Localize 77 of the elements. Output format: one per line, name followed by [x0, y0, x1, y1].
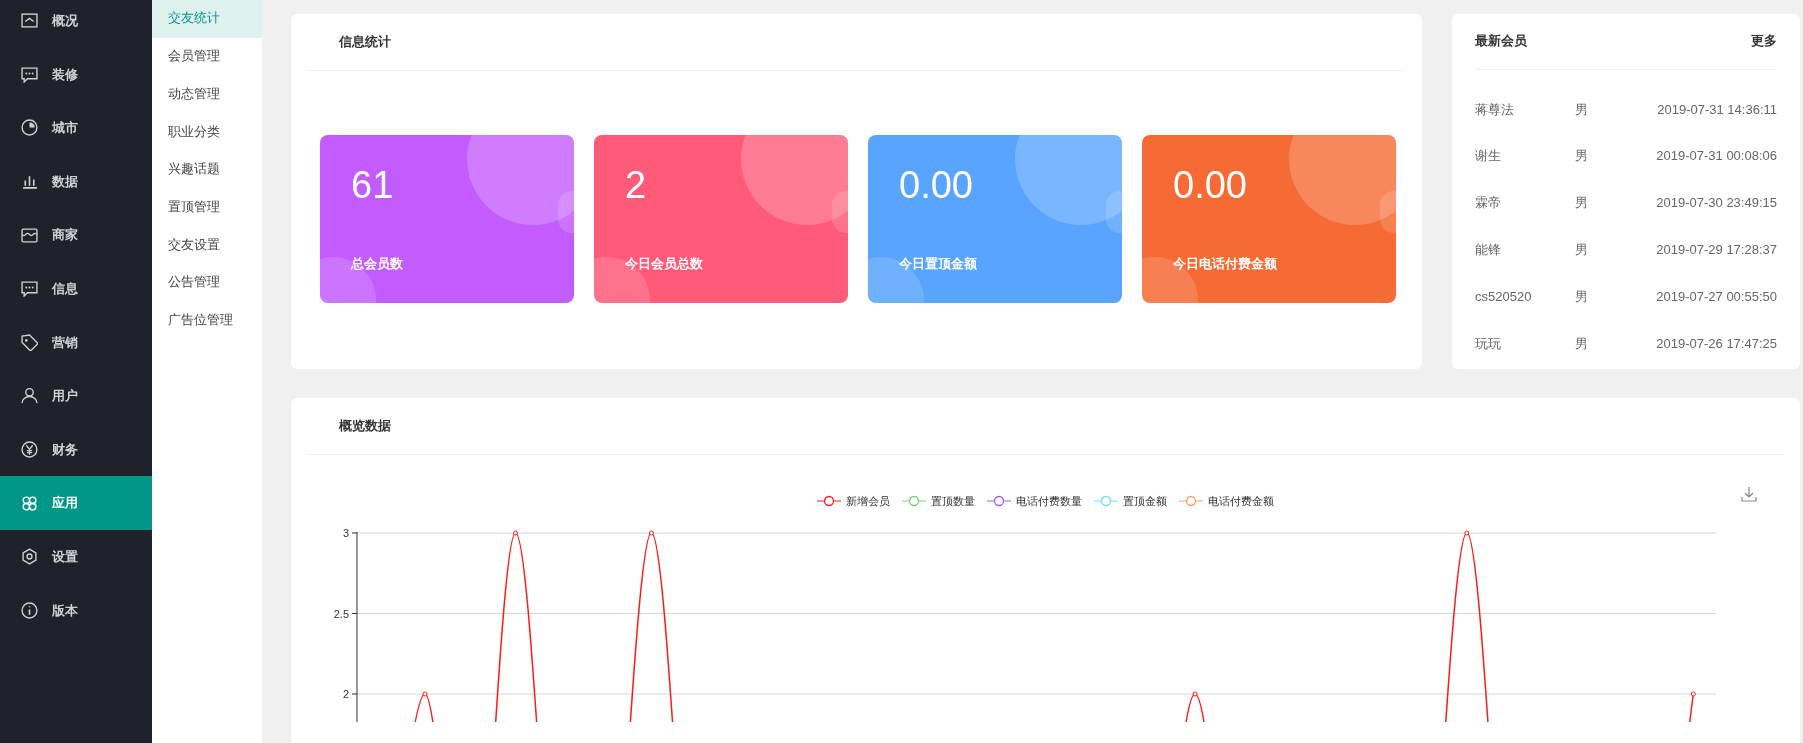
y-tick-label: 2 — [342, 688, 349, 700]
member-name: cs520520 — [1475, 287, 1533, 306]
data-point — [1192, 691, 1198, 697]
grid-icon — [21, 494, 38, 512]
submenu-item[interactable]: 交友设置 — [152, 226, 262, 264]
stat-value: 61 — [351, 166, 394, 204]
chat-bubble-icon — [21, 65, 38, 83]
member-join-time: 2019-07-31 00:08:06 — [1656, 147, 1777, 166]
y-tick-label: 3 — [342, 527, 349, 539]
data-point — [648, 530, 654, 536]
submenu-item[interactable]: 公告管理 — [152, 263, 262, 302]
download-icon[interactable] — [1741, 486, 1757, 502]
sidebar-item[interactable]: 城市 — [0, 101, 152, 155]
stat-label: 今日置顶金额 — [899, 255, 977, 273]
sidebar-item[interactable]: 数据 — [0, 154, 152, 209]
panel-title: 最新会员 — [1475, 33, 1527, 51]
panel-title: 信息统计 — [339, 33, 391, 52]
y-tick-label: 2.5 — [333, 607, 349, 620]
data-point — [513, 530, 519, 536]
sidebar-item[interactable]: 装修 — [0, 47, 152, 102]
tag-icon — [21, 333, 38, 351]
member-gender: 男 — [1575, 194, 1588, 213]
member-gender: 男 — [1575, 147, 1588, 166]
yen-icon — [21, 441, 38, 459]
stat-label: 总会员数 — [351, 255, 403, 273]
data-point — [1690, 691, 1696, 697]
stat-value: 0.00 — [1173, 166, 1247, 204]
sidebar-item[interactable]: 财务 — [0, 422, 152, 477]
stat-label: 今日电话付费金额 — [1173, 255, 1277, 273]
submenu-item[interactable]: 动态管理 — [152, 75, 262, 114]
data-point — [422, 691, 428, 697]
member-name: 霖帝 — [1475, 194, 1502, 213]
submenu-item[interactable]: 置顶管理 — [152, 188, 262, 227]
dashboard-icon — [21, 12, 38, 30]
user-icon — [21, 387, 38, 405]
member-name: 蒋尊法 — [1475, 100, 1515, 119]
legend-label: 新增会员 — [846, 493, 890, 509]
stat-label: 今日会员总数 — [625, 255, 703, 273]
member-gender: 男 — [1575, 241, 1588, 260]
member-join-time: 2019-07-31 14:36:11 — [1657, 100, 1777, 119]
stat-value: 0.00 — [899, 166, 973, 204]
submenu-item[interactable]: 职业分类 — [152, 113, 262, 151]
more-link[interactable]: 更多 — [1751, 32, 1777, 51]
submenu-item[interactable]: 兴趣话题 — [152, 150, 262, 189]
legend-label: 电话付费数量 — [1016, 493, 1082, 509]
submenu-item[interactable]: 广告位管理 — [152, 301, 262, 340]
member-gender: 男 — [1575, 100, 1588, 119]
member-join-time: 2019-07-27 00:55:50 — [1656, 287, 1777, 306]
legend-label: 置顶金额 — [1123, 493, 1167, 509]
sidebar-item[interactable]: 商家 — [0, 208, 152, 262]
legend-label: 置顶数量 — [931, 493, 975, 509]
member-join-time: 2019-07-26 17:47:25 — [1656, 334, 1777, 353]
message-icon — [21, 280, 38, 298]
sidebar-item[interactable]: 营销 — [0, 315, 152, 370]
member-name: 玩玩 — [1475, 334, 1502, 353]
sidebar-item[interactable]: 信息 — [0, 261, 152, 316]
sidebar-item[interactable]: 用户 — [0, 369, 152, 423]
pie-chart-icon — [21, 119, 38, 137]
sidebar-item[interactable]: 设置 — [0, 529, 152, 584]
data-point — [1464, 530, 1470, 536]
storefront-icon — [21, 226, 38, 244]
member-gender: 男 — [1575, 287, 1588, 306]
legend-label: 电话付费金额 — [1208, 493, 1274, 509]
bar-chart-icon — [21, 173, 38, 191]
info-icon — [21, 601, 38, 619]
member-join-time: 2019-07-30 23:49:15 — [1656, 194, 1777, 213]
panel-title: 概览数据 — [339, 417, 391, 435]
stat-value: 2 — [625, 166, 647, 204]
member-name: 谢生 — [1475, 147, 1502, 166]
member-name: 能锋 — [1475, 241, 1502, 260]
sidebar-item[interactable]: 版本 — [0, 583, 152, 638]
sidebar-item[interactable]: 应用 — [0, 476, 152, 530]
submenu-item[interactable]: 会员管理 — [152, 37, 262, 76]
sidebar-item[interactable]: 概况 — [0, 0, 152, 48]
member-gender: 男 — [1575, 334, 1588, 353]
settings-icon — [21, 548, 38, 566]
member-join-time: 2019-07-29 17:28:37 — [1656, 241, 1777, 260]
